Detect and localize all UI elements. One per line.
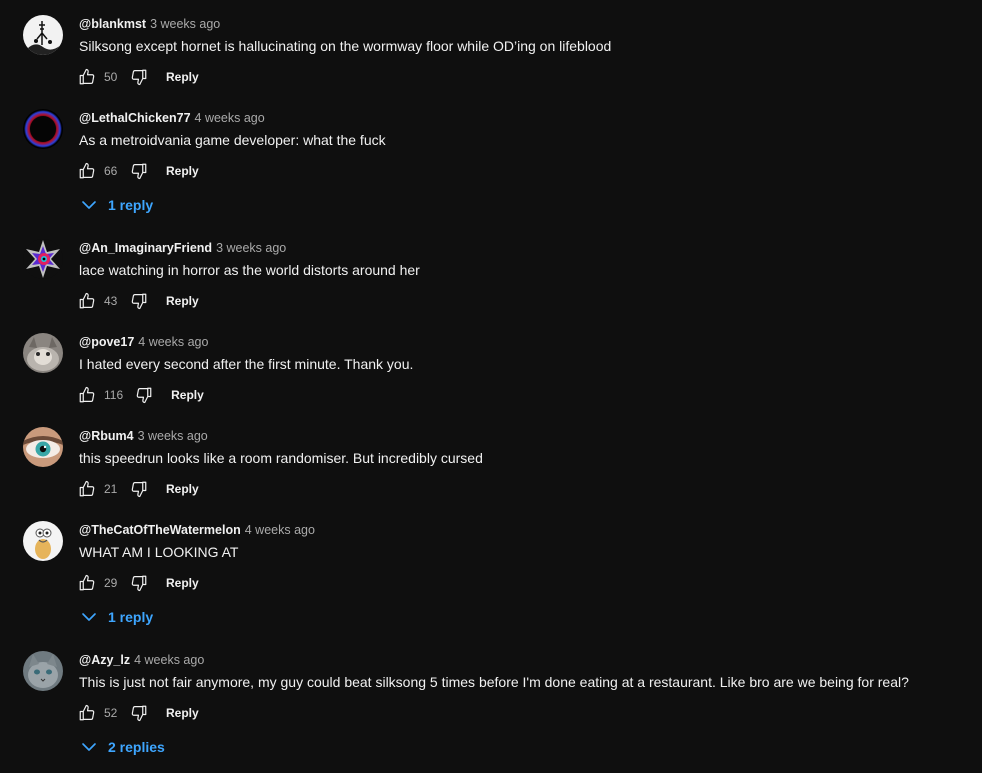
thumbs-down-icon[interactable]	[130, 704, 148, 722]
comment-timestamp[interactable]: 4 weeks ago	[195, 111, 265, 125]
like-count: 29	[104, 576, 118, 590]
comment-actions: 29 Reply	[78, 571, 199, 595]
thumbs-down-icon[interactable]	[130, 162, 148, 180]
reply-button[interactable]: Reply	[166, 576, 199, 590]
reply-button[interactable]: Reply	[166, 706, 199, 720]
like-count: 43	[104, 294, 118, 308]
reply-button[interactable]: Reply	[166, 294, 199, 308]
comment-header: @Rbum4 3 weeks ago	[79, 427, 208, 445]
like-count: 52	[104, 706, 118, 720]
thumbs-up-icon[interactable]	[78, 386, 96, 404]
chevron-down-icon	[80, 608, 98, 626]
replies-count-label: 1 reply	[108, 197, 154, 213]
avatar[interactable]	[23, 427, 63, 467]
thumbs-down-icon[interactable]	[130, 292, 148, 310]
comment-timestamp[interactable]: 3 weeks ago	[138, 429, 208, 443]
comment-text: WHAT AM I LOOKING AT	[79, 544, 239, 560]
avatar[interactable]	[23, 651, 63, 691]
like-count: 66	[104, 164, 118, 178]
comment-text: lace watching in horror as the world dis…	[79, 262, 420, 278]
comment-actions: 66 Reply	[78, 159, 199, 183]
comment-text: Silksong except hornet is hallucinating …	[79, 38, 612, 54]
avatar[interactable]	[23, 333, 63, 373]
comment-author[interactable]: @Azy_lz	[79, 653, 130, 667]
view-replies-button[interactable]: 1 reply	[80, 194, 153, 216]
thumbs-up-icon[interactable]	[78, 704, 96, 722]
comment-author[interactable]: @An_ImaginaryFriend	[79, 241, 212, 255]
comment-actions: 21 Reply	[78, 477, 199, 501]
thumbs-up-icon[interactable]	[78, 292, 96, 310]
comment-text: As a metroidvania game developer: what t…	[79, 132, 386, 148]
thumbs-up-icon[interactable]	[78, 574, 96, 592]
avatar[interactable]	[23, 521, 63, 561]
chevron-down-icon	[80, 738, 98, 756]
comment-author[interactable]: @blankmst	[79, 17, 146, 31]
comment-timestamp[interactable]: 4 weeks ago	[138, 335, 208, 349]
comment-timestamp[interactable]: 3 weeks ago	[216, 241, 286, 255]
reply-button[interactable]: Reply	[166, 482, 199, 496]
comment-text: this speedrun looks like a room randomis…	[79, 450, 483, 466]
comment-text: I hated every second after the first min…	[79, 356, 414, 372]
thumbs-down-icon[interactable]	[130, 480, 148, 498]
reply-button[interactable]: Reply	[166, 70, 199, 84]
reply-button[interactable]: Reply	[166, 164, 199, 178]
comment-timestamp[interactable]: 3 weeks ago	[150, 17, 220, 31]
chevron-down-icon	[80, 196, 98, 214]
comment-author[interactable]: @TheCatOfTheWatermelon	[79, 523, 241, 537]
thumbs-down-icon[interactable]	[130, 574, 148, 592]
comment-header: @Azy_lz 4 weeks ago	[79, 651, 204, 669]
comment-actions: 52 Reply	[78, 701, 199, 725]
comment-author[interactable]: @LethalChicken77	[79, 111, 191, 125]
avatar[interactable]	[23, 15, 63, 55]
comment-header: @blankmst 3 weeks ago	[79, 15, 220, 33]
reply-button[interactable]: Reply	[171, 388, 204, 402]
view-replies-button[interactable]: 2 replies	[80, 736, 165, 758]
thumbs-up-icon[interactable]	[78, 162, 96, 180]
like-count: 116	[104, 388, 124, 402]
replies-count-label: 1 reply	[108, 609, 154, 625]
comment-author[interactable]: @Rbum4	[79, 429, 134, 443]
thumbs-down-icon[interactable]	[130, 68, 148, 86]
thumbs-down-icon[interactable]	[135, 386, 153, 404]
comment-timestamp[interactable]: 4 weeks ago	[245, 523, 315, 537]
comment-header: @TheCatOfTheWatermelon 4 weeks ago	[79, 521, 315, 539]
comment-actions: 43 Reply	[78, 289, 199, 313]
view-replies-button[interactable]: 1 reply	[80, 606, 153, 628]
avatar[interactable]	[23, 239, 63, 279]
like-count: 21	[104, 482, 118, 496]
comment-header: @LethalChicken77 4 weeks ago	[79, 109, 265, 127]
thumbs-up-icon[interactable]	[78, 68, 96, 86]
comment-text: This is just not fair anymore, my guy co…	[79, 674, 909, 690]
comment-author[interactable]: @pove17	[79, 335, 134, 349]
comment-header: @An_ImaginaryFriend 3 weeks ago	[79, 239, 286, 257]
like-count: 50	[104, 70, 118, 84]
comments-section: @blankmst 3 weeks ago Silksong except hor…	[0, 0, 982, 773]
comment-actions: 50 Reply	[78, 65, 199, 89]
replies-count-label: 2 replies	[108, 739, 165, 755]
thumbs-up-icon[interactable]	[78, 480, 96, 498]
comment-header: @pove17 4 weeks ago	[79, 333, 208, 351]
avatar[interactable]	[23, 109, 63, 149]
comment-timestamp[interactable]: 4 weeks ago	[134, 653, 204, 667]
comment-actions: 116 Reply	[78, 383, 204, 407]
